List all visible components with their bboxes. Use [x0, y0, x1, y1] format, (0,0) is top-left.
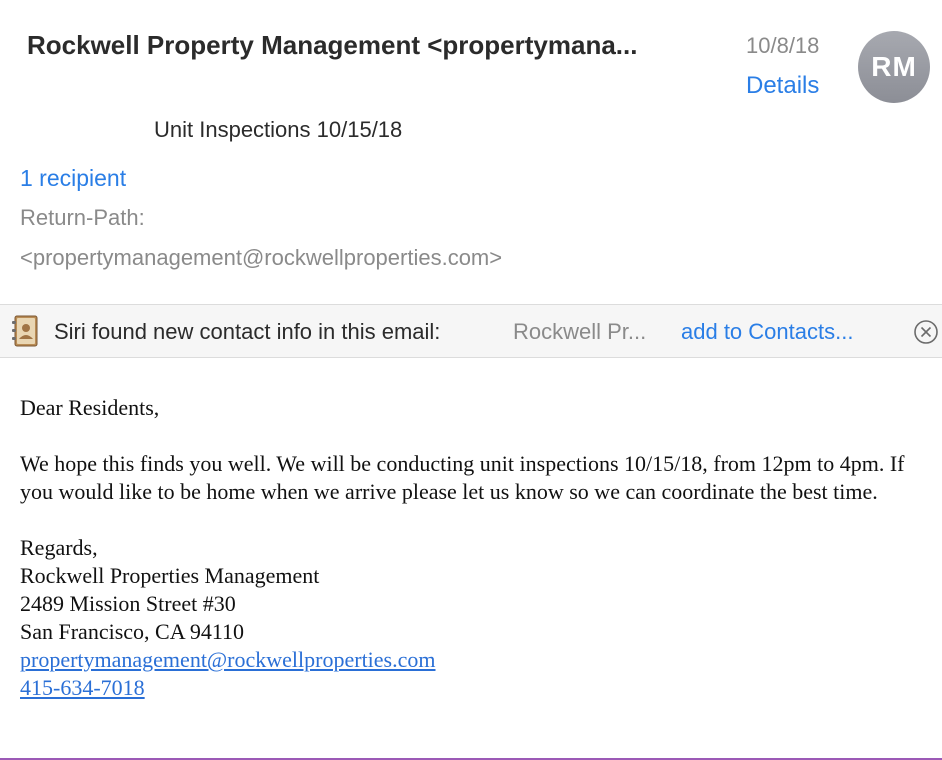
message-header: Rockwell Property Management <propertyma…	[0, 0, 942, 304]
sender-name: Rockwell Property Management <propertyma…	[27, 30, 638, 60]
closing: Regards,	[20, 535, 98, 560]
message-date: 10/8/18	[746, 33, 820, 58]
contacts-book-icon	[12, 315, 38, 347]
body-paragraph: We hope this finds you well. We will be …	[20, 451, 905, 504]
add-to-contacts-button[interactable]: add to Contacts...	[681, 318, 853, 346]
details-link[interactable]: Details	[746, 71, 819, 101]
return-path-label: Return-Path:	[20, 205, 145, 230]
siri-message: Siri found new contact info in this emai…	[54, 319, 441, 344]
sender-avatar[interactable]: RM	[858, 31, 930, 103]
return-path-value: <propertymanagement@rockwellproperties.c…	[20, 245, 503, 270]
signature-name: Rockwell Properties Management	[20, 563, 320, 588]
phone-link[interactable]: 415-634-7018	[20, 675, 145, 700]
siri-suggestion-banner: Siri found new contact info in this emai…	[0, 305, 942, 357]
siri-contact-preview: Rockwell Pr...	[513, 319, 647, 344]
message-subject: Unit Inspections 10/15/18	[154, 117, 403, 142]
email-link[interactable]: propertymanagement@rockwellproperties.co…	[20, 647, 436, 672]
greeting: Dear Residents,	[20, 395, 160, 420]
banner-divider	[0, 357, 942, 358]
address-line-2: San Francisco, CA 94110	[20, 619, 245, 644]
message-body: Dear Residents, We hope this finds you w…	[20, 394, 925, 702]
address-line-1: 2489 Mission Street #30	[20, 591, 236, 616]
close-icon[interactable]	[913, 319, 939, 345]
recipients-link[interactable]: 1 recipient	[20, 163, 126, 193]
